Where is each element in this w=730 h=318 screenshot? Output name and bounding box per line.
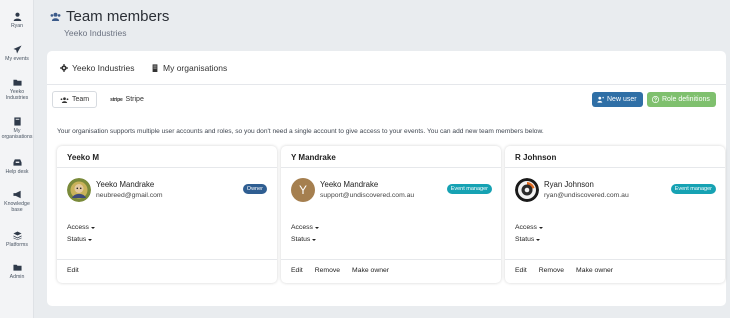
sidebar-item-admin[interactable]: Admin xyxy=(0,263,34,281)
organisation-tabs: Yeeko Industries My organisations xyxy=(47,51,726,85)
status-dropdown[interactable]: Status xyxy=(67,236,93,243)
member-card: Yeeko M Yeeko Mandrake neubreed@gmail.co… xyxy=(57,146,277,283)
sidebar-item-organisation[interactable]: Yeeko Industries xyxy=(0,78,34,101)
layers-icon xyxy=(12,231,22,240)
sidebar: Ryan My events Yeeko Industries My organis… xyxy=(0,0,34,318)
caret-down-icon xyxy=(312,238,317,241)
member-actions: Edit Remove Make owner xyxy=(515,267,613,274)
book-icon xyxy=(13,117,21,126)
remove-link[interactable]: Remove xyxy=(539,267,564,274)
status-label: Status xyxy=(291,236,311,243)
member-actions: Edit xyxy=(67,267,79,274)
page-subtitle: Yeeko Industries xyxy=(64,28,127,38)
tab-team[interactable]: Team xyxy=(52,91,98,108)
team-panel: Yeeko Industries My organisations Team s… xyxy=(47,51,726,306)
tab-label: Yeeko Industries xyxy=(72,63,135,73)
sidebar-item-platforms[interactable]: Platforms xyxy=(0,231,34,249)
member-name: Yeeko Mandrake xyxy=(320,180,379,189)
member-name: Yeeko Mandrake xyxy=(96,180,155,189)
edit-link[interactable]: Edit xyxy=(67,267,79,274)
access-label: Access xyxy=(291,224,313,231)
paper-plane-icon xyxy=(12,45,22,54)
caret-down-icon xyxy=(88,238,93,241)
status-label: Status xyxy=(67,236,87,243)
role-badge: Event manager xyxy=(670,184,716,194)
access-dropdown[interactable]: Access xyxy=(515,224,543,231)
tab-label: My organisations xyxy=(163,63,228,73)
sidebar-item-help-desk[interactable]: Help desk xyxy=(0,158,34,176)
access-dropdown[interactable]: Access xyxy=(291,224,319,231)
sidebar-item-label: Knowledge base xyxy=(4,201,30,213)
sidebar-item-label: My events xyxy=(5,56,29,62)
page-title: Team members xyxy=(50,8,169,25)
access-label: Access xyxy=(515,224,537,231)
member-card-title: R Johnson xyxy=(505,146,725,168)
sidebar-item-label: Platforms xyxy=(6,242,28,248)
section-tabs: Team stripe Stripe xyxy=(52,91,151,108)
sidebar-item-my-events[interactable]: My events xyxy=(0,45,34,63)
member-card-title: Y Mandrake xyxy=(281,146,501,168)
sidebar-item-label: My organisations xyxy=(1,128,33,140)
member-actions: Edit Remove Make owner xyxy=(291,267,389,274)
member-card-title: Yeeko M xyxy=(57,146,277,168)
status-label: Status xyxy=(515,236,535,243)
avatar-image xyxy=(515,178,539,202)
page-title-text: Team members xyxy=(66,8,170,25)
folder-icon xyxy=(12,79,22,86)
remove-link[interactable]: Remove xyxy=(315,267,340,274)
access-label: Access xyxy=(67,224,89,231)
role-badge: Owner xyxy=(242,184,267,194)
role-badge: Event manager xyxy=(446,184,492,194)
gear-icon xyxy=(60,64,68,72)
sidebar-item-label: Admin xyxy=(9,274,25,280)
member-email: support@undiscovered.com.au xyxy=(320,192,415,199)
caret-down-icon xyxy=(538,226,543,229)
sidebar-item-knowledge-base[interactable]: Knowledge base xyxy=(0,190,34,213)
make-owner-link[interactable]: Make owner xyxy=(576,267,613,274)
member-email: ryan@undiscovered.com.au xyxy=(544,192,629,199)
member-email: neubreed@gmail.com xyxy=(96,192,163,199)
avatar xyxy=(67,178,91,202)
access-dropdown[interactable]: Access xyxy=(67,224,95,231)
sidebar-item-label: Help desk xyxy=(5,169,29,175)
user-icon xyxy=(13,12,21,21)
building-icon xyxy=(152,64,158,72)
tab-stripe[interactable]: stripe Stripe xyxy=(103,91,151,108)
users-icon xyxy=(50,12,61,21)
make-owner-link[interactable]: Make owner xyxy=(352,267,389,274)
role-definitions-label: Role definitions xyxy=(662,96,710,103)
avatar-image xyxy=(67,178,91,202)
question-circle-icon xyxy=(652,96,659,103)
add-user-icon xyxy=(597,96,604,103)
sidebar-item-my-organisations[interactable]: My organisations xyxy=(0,117,34,140)
status-dropdown[interactable]: Status xyxy=(515,236,541,243)
sidebar-item-user[interactable]: Ryan xyxy=(0,12,34,30)
caret-down-icon xyxy=(90,226,95,229)
bullhorn-icon xyxy=(12,190,21,199)
member-card: Y Mandrake Y Yeeko Mandrake support@undi… xyxy=(281,146,501,283)
tab-yeeko-industries[interactable]: Yeeko Industries xyxy=(60,63,135,73)
edit-link[interactable]: Edit xyxy=(291,267,303,274)
folder-icon xyxy=(12,264,22,271)
intro-text: Your organisation supports multiple user… xyxy=(57,128,544,135)
member-name: Ryan Johnson xyxy=(544,180,594,189)
stripe-logo: stripe xyxy=(110,96,123,103)
new-user-label: New user xyxy=(607,96,637,103)
sidebar-item-label: Ryan xyxy=(10,23,24,29)
status-dropdown[interactable]: Status xyxy=(291,236,317,243)
caret-down-icon xyxy=(314,226,319,229)
avatar: Y xyxy=(291,178,315,202)
tab-label: Stripe xyxy=(125,96,144,103)
inbox-icon xyxy=(12,159,22,166)
tab-my-organisations[interactable]: My organisations xyxy=(151,63,227,73)
users-icon xyxy=(60,96,69,103)
tab-label: Team xyxy=(72,96,90,103)
role-definitions-button[interactable]: Role definitions xyxy=(647,92,716,107)
avatar xyxy=(515,178,539,202)
new-user-button[interactable]: New user xyxy=(592,92,643,107)
edit-link[interactable]: Edit xyxy=(515,267,527,274)
caret-down-icon xyxy=(536,238,541,241)
sidebar-item-label: Yeeko Industries xyxy=(5,89,29,101)
member-card: R Johnson Ryan Johnson ryan@undiscovered… xyxy=(505,146,725,283)
